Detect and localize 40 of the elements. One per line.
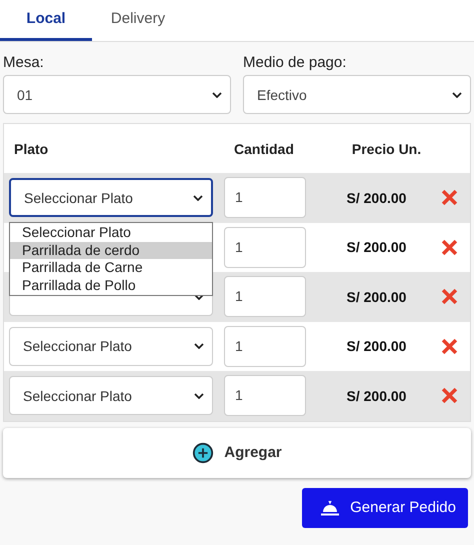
price-text: S/ 200.00 <box>346 190 406 206</box>
chevron-down-icon <box>194 392 204 399</box>
dropdown-option[interactable]: Parrillada de Carne <box>10 259 212 277</box>
add-button[interactable]: Agregar <box>3 428 471 478</box>
delete-icon[interactable] <box>440 238 458 256</box>
chevron-down-icon <box>194 343 204 350</box>
column-header: Plato <box>13 140 50 156</box>
dropdown-option[interactable]: Seleccionar Plato <box>10 224 212 242</box>
chevron-down-icon <box>193 194 203 201</box>
dropdown-option[interactable]: Parrillada de Pollo <box>10 276 212 294</box>
column-header: Cantidad <box>233 140 295 156</box>
column-header: Precio Un. <box>350 140 422 156</box>
field-label: Medio de pago: <box>243 54 348 71</box>
price-text: S/ 200.00 <box>346 288 406 305</box>
dropdown-field[interactable]: Efectivo <box>243 75 471 114</box>
chevron-down-icon <box>452 92 462 98</box>
plus-circle-icon <box>192 442 214 464</box>
price-text: S/ 200.00 <box>346 239 406 256</box>
chevron-down-icon <box>194 294 204 300</box>
tab[interactable]: Local <box>0 0 92 41</box>
dropdown-field[interactable]: Seleccionar Plato <box>9 376 213 416</box>
field-label: Mesa: <box>3 54 45 71</box>
generate-order-button[interactable]: Generar Pedido <box>302 488 468 528</box>
quantity-field[interactable]: 1 <box>224 276 306 318</box>
delete-icon[interactable] <box>440 338 458 355</box>
dropdown-field[interactable]: Seleccionar Plato <box>9 178 213 218</box>
quantity-field[interactable]: 1 <box>224 226 306 268</box>
quantity-field[interactable]: 1 <box>224 326 306 367</box>
dropdown-field[interactable]: 01 <box>3 75 231 114</box>
dropdown-option[interactable]: Parrillada de cerdo <box>10 242 212 260</box>
price-text: S/ 200.00 <box>346 338 406 354</box>
quantity-field[interactable]: 1 <box>224 375 306 416</box>
tab[interactable]: Delivery <box>92 0 184 41</box>
price-text: S/ 200.00 <box>346 388 406 404</box>
quantity-field[interactable]: 1 <box>224 177 306 218</box>
delete-icon[interactable] <box>440 189 458 206</box>
delete-icon[interactable] <box>440 288 458 306</box>
delete-icon[interactable] <box>440 387 458 404</box>
chevron-down-icon <box>212 92 222 98</box>
dropdown-field[interactable]: Seleccionar Plato <box>9 326 213 366</box>
